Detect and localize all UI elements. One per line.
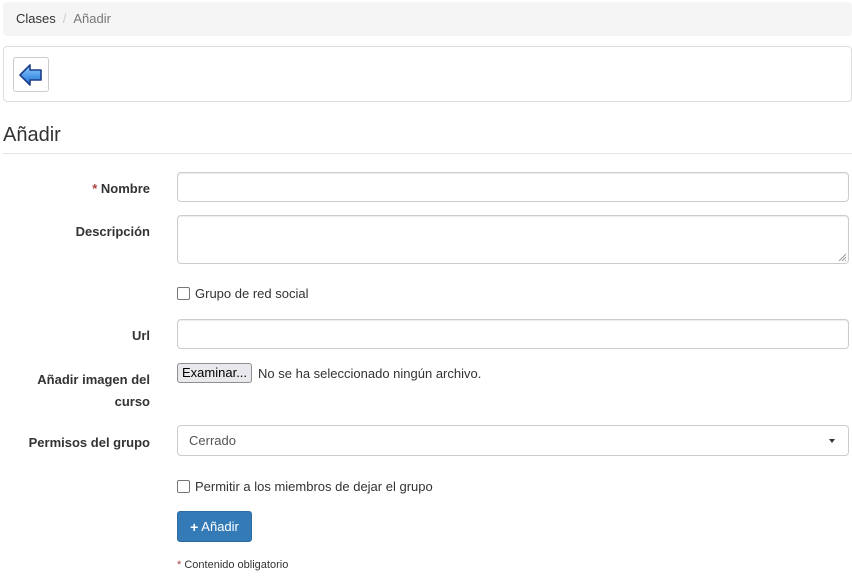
image-label: Añadir imagen del curso xyxy=(37,369,150,413)
social-group-label[interactable]: Grupo de red social xyxy=(195,286,308,301)
file-picker: Examinar... No se ha seleccionado ningún… xyxy=(177,363,481,383)
allow-leave-row: Permitir a los miembros de dejar el grup… xyxy=(177,479,433,494)
url-label: Url xyxy=(131,328,150,343)
social-group-row: Grupo de red social xyxy=(177,286,308,301)
breadcrumb: Clases / Añadir xyxy=(3,2,852,36)
required-footnote: * Contenido obligatorio xyxy=(177,559,288,571)
file-status: No se ha seleccionado ningún archivo. xyxy=(258,365,482,381)
toolbar xyxy=(3,46,852,102)
breadcrumb-separator: / xyxy=(62,11,67,26)
permissions-selected-value: Cerrado xyxy=(189,433,236,448)
allow-leave-checkbox[interactable] xyxy=(177,480,190,493)
nombre-label: * Nombre xyxy=(92,178,150,200)
descripcion-textarea[interactable] xyxy=(177,215,849,264)
permissions-select[interactable]: Cerrado xyxy=(177,425,849,456)
social-group-checkbox[interactable] xyxy=(177,287,190,300)
footnote-text: Contenido obligatorio xyxy=(184,559,289,571)
add-button-label: Añadir xyxy=(201,519,239,534)
caret-down-icon xyxy=(829,439,835,443)
nombre-input[interactable] xyxy=(177,172,849,202)
allow-leave-label[interactable]: Permitir a los miembros de dejar el grup… xyxy=(195,479,433,494)
plus-icon: + xyxy=(190,518,199,535)
required-mark: * xyxy=(92,181,98,196)
add-button[interactable]: + Añadir xyxy=(177,511,252,542)
resize-handle-icon[interactable] xyxy=(838,253,846,261)
image-label-line1: Añadir imagen del xyxy=(37,372,150,387)
nombre-label-text: Nombre xyxy=(100,181,150,196)
url-input[interactable] xyxy=(177,319,849,349)
permissions-label: Permisos del grupo xyxy=(28,435,150,450)
breadcrumb-link-clases[interactable]: Clases xyxy=(16,11,56,26)
browse-button[interactable]: Examinar... xyxy=(177,363,253,383)
breadcrumb-current: Añadir xyxy=(73,11,111,26)
page-title: Añadir xyxy=(3,124,61,146)
descripcion-label: Descripción xyxy=(75,224,150,239)
arrow-left-icon xyxy=(19,63,42,86)
back-button[interactable] xyxy=(13,57,49,92)
title-divider xyxy=(3,153,852,154)
footnote-required-mark: * xyxy=(177,559,182,571)
image-label-line2: curso xyxy=(114,394,150,409)
